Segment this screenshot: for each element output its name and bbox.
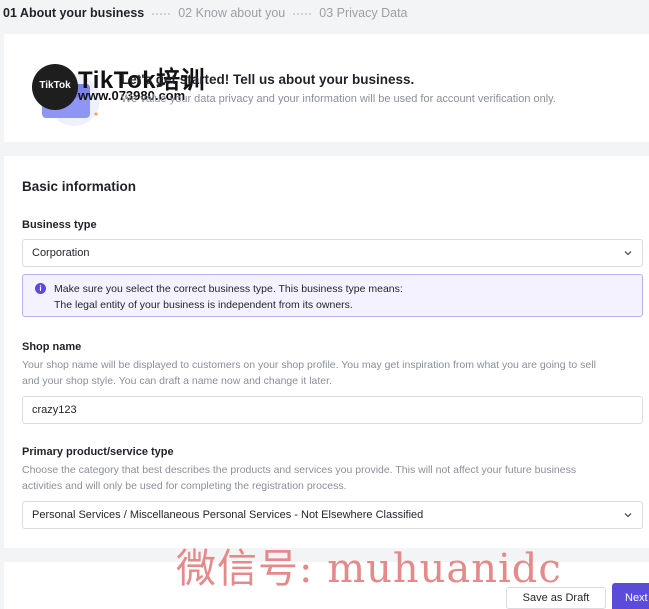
step-know-about-you[interactable]: 02 Know about you (178, 6, 285, 20)
shop-name-help-2: and your shop style. You can draft a nam… (22, 375, 332, 387)
step-divider (293, 13, 312, 15)
shop-name-value: crazy123 (32, 404, 77, 416)
step-about-business[interactable]: 01 About your business (3, 6, 144, 20)
notice-line-1: Make sure you select the correct busines… (54, 283, 403, 295)
tiktok-watermark-logo: TikTok (32, 64, 78, 110)
business-type-select[interactable]: Corporation (22, 239, 643, 267)
shop-name-help-1: Your shop name will be displayed to cust… (22, 359, 596, 371)
intro-heading: Let's get started! Tell us about your bu… (121, 72, 415, 87)
intro-card: TikTok TikTok培训 www.073980.com Let's get… (4, 34, 649, 142)
section-title: Basic information (22, 179, 137, 194)
wechat-watermark: 微信号: muhuanidc (176, 546, 562, 592)
save-as-draft-button[interactable]: Save as Draft (506, 587, 606, 609)
progress-stepper: 01 About your business 02 Know about you… (0, 0, 649, 26)
primary-type-help-1: Choose the category that best describes … (22, 464, 577, 476)
step-privacy-data[interactable]: 03 Privacy Data (319, 6, 407, 20)
business-type-notice: i Make sure you select the correct busin… (22, 274, 643, 317)
info-icon: i (35, 283, 46, 294)
notice-line-2: The legal entity of your business is ind… (54, 299, 353, 311)
next-button[interactable]: Next (612, 583, 649, 609)
business-type-label: Business type (22, 219, 97, 231)
shop-name-label: Shop name (22, 341, 82, 353)
intro-subtext: We value your data privacy and your info… (121, 93, 556, 105)
business-type-value: Corporation (32, 247, 90, 259)
chevron-down-icon (624, 251, 632, 256)
primary-type-value: Personal Services / Miscellaneous Person… (32, 509, 424, 521)
chevron-down-icon (624, 513, 632, 518)
primary-type-label: Primary product/service type (22, 446, 174, 458)
step-divider (152, 13, 171, 15)
primary-type-help-2: activities and will only be used for com… (22, 480, 347, 492)
shop-name-input[interactable]: crazy123 (22, 396, 643, 424)
basic-information-card: Basic information Business type Corporat… (4, 156, 649, 548)
primary-type-select[interactable]: Personal Services / Miscellaneous Person… (22, 501, 643, 529)
